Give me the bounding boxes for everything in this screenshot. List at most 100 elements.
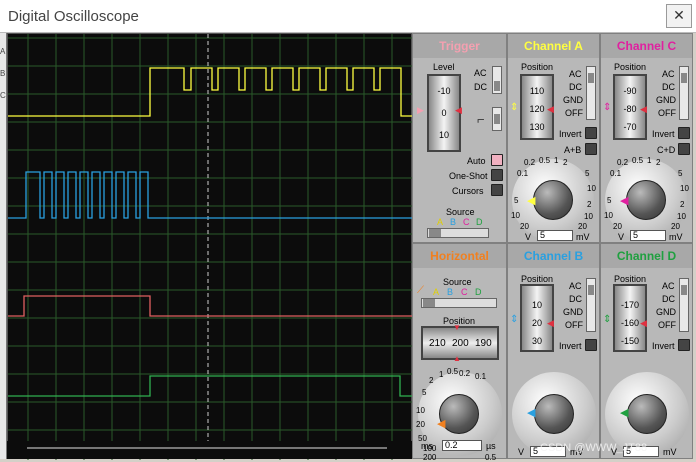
channel-c-mode-off: OFF [658,108,676,118]
trigger-cursors-label: Cursors [452,186,484,196]
trigger-coupling-switch[interactable] [492,66,502,94]
horizontal-panel: Horizontal Source ⟋ A B C D Position 210… [412,243,507,462]
watermark: CSDN @WWW_JT88 [540,442,648,454]
channel-c-sum-button[interactable] [678,143,690,155]
channel-b-mode-ac: AC [569,281,582,291]
waveform-display [8,34,413,460]
horizontal-pointer-top-icon: ▼ [453,323,461,332]
horizontal-title: Horizontal [413,244,506,268]
horizontal-source-a: A [433,287,440,297]
channel-b-invert-label: Invert [559,341,582,351]
channel-b-pointer-icon: ◀ [547,318,554,328]
channel-a-knob-pointer-icon: ◀ [527,195,536,207]
window-titlebar: Digital Oscilloscope ✕ [0,0,696,33]
close-button[interactable]: ✕ [666,4,692,28]
trace-channel-a [8,67,413,117]
trigger-title: Trigger [413,34,506,58]
channel-d-right-unit: mV [663,447,677,457]
channel-c-mode-dc: DC [662,82,675,92]
channel-a-volts-knob[interactable] [533,180,573,220]
oscilloscope-screen[interactable] [7,33,413,460]
horizontal-knob-pointer-icon: ◀ [437,418,446,430]
channel-b-panel: Channel B Position 10 20 30 ⇕ ◀ AC DC GN… [507,243,600,459]
channel-a-right-unit: mV [576,232,590,242]
channel-b-title: Channel B [508,244,599,268]
channel-c-position-marker-icon: ⇕ [603,102,612,113]
horizontal-source-c: C [461,287,468,297]
channel-b-mode-dc: DC [569,294,582,304]
horizontal-left-unit: ms [421,441,433,451]
channel-a-invert-button[interactable] [585,127,597,139]
channel-c-value-field[interactable]: 5 [630,230,666,241]
trigger-auto-button[interactable] [491,154,503,166]
channel-a-coupling-switch[interactable] [586,66,596,120]
edge-select-icon: ⌐ [477,112,485,127]
channel-d-position-label: Position [614,274,647,284]
channel-b-invert-button[interactable] [585,339,597,351]
trigger-oneshot-button[interactable] [491,169,503,181]
channel-c-title: Channel C [601,34,692,58]
channel-a-sum-button[interactable] [585,143,597,155]
channel-d-pointer-icon: ◀ [640,318,647,328]
trigger-source-b: B [450,217,457,227]
channel-d-mode-dc: DC [662,294,675,304]
channel-c-invert-label: Invert [652,129,675,139]
trigger-source-c: C [463,217,470,227]
channel-b-left-unit: V [518,447,525,457]
channel-c-mode-ac: AC [662,69,675,79]
channel-c-mode-gnd: GND [656,95,676,105]
channel-c-volts-knob[interactable] [626,180,666,220]
horizontal-source-b: B [447,287,454,297]
strip-label-b: B [0,69,6,78]
channel-b-volts-knob[interactable] [534,394,574,434]
channel-c-pointer-icon: ◀ [640,104,647,114]
trigger-level-marker-icon: ▶ [417,105,424,115]
trigger-ac-label: AC [474,68,487,78]
channel-a-invert-label: Invert [559,129,582,139]
channel-a-panel: Channel A Position 110 120 130 ⇕ ◀ AC DC… [507,33,600,243]
channel-d-panel: Channel D Position -170 -160 -150 ⇕ ◀ AC… [600,243,693,459]
channel-d-coupling-switch[interactable] [679,278,689,332]
channel-a-mode-ac: AC [569,69,582,79]
trigger-source-a: A [437,217,444,227]
trace-channel-b [8,171,413,219]
channel-d-mode-off: OFF [658,320,676,330]
channel-a-value-field[interactable]: 5 [537,230,573,241]
screen-scrollbar[interactable] [7,441,412,459]
channel-c-sum-label: C+D [657,145,676,155]
channel-b-knob-pointer-icon: ◀ [527,407,536,419]
channel-d-volts-knob[interactable] [627,394,667,434]
level-pointer-icon: ◀ [455,105,462,115]
trigger-level-label: Level [433,62,455,72]
horizontal-source-slider[interactable] [421,298,497,308]
channel-a-sum-label: A+B [564,145,582,155]
channel-c-invert-button[interactable] [678,127,690,139]
trigger-cursors-button[interactable] [491,184,503,196]
trigger-source-slider[interactable] [427,228,489,238]
horizontal-pointer-bottom-icon: ▲ [453,354,461,363]
channel-d-invert-label: Invert [652,341,675,351]
strip-label-c: C [0,91,6,100]
channel-d-mode-gnd: GND [656,307,676,317]
channel-d-invert-button[interactable] [678,339,690,351]
trigger-source-label: Source [446,207,475,217]
channel-c-coupling-switch[interactable] [679,66,689,120]
channel-a-position-label: Position [521,62,554,72]
trace-channel-c [8,295,413,317]
strip-label-a: A [0,47,6,56]
channel-c-panel: Channel C Position -90 -80 -70 ⇕ ◀ AC DC… [600,33,693,243]
channel-b-coupling-switch[interactable] [586,278,596,332]
channel-d-knob-pointer-icon: ◀ [620,407,629,419]
channel-c-right-unit: mV [669,232,683,242]
channel-b-position-label: Position [521,274,554,284]
channel-strip: A B C [0,33,7,459]
trigger-edge-switch[interactable] [492,107,502,131]
horizontal-value-field[interactable]: 0.2 [442,440,482,451]
trigger-dc-label: DC [474,82,487,92]
channel-a-title: Channel A [508,34,599,58]
channel-d-position-marker-icon: ⇕ [603,314,612,325]
channel-a-mode-dc: DC [569,82,582,92]
channel-a-pointer-icon: ◀ [547,104,554,114]
channel-c-left-unit: V [618,232,625,242]
trigger-auto-label: Auto [467,156,486,166]
